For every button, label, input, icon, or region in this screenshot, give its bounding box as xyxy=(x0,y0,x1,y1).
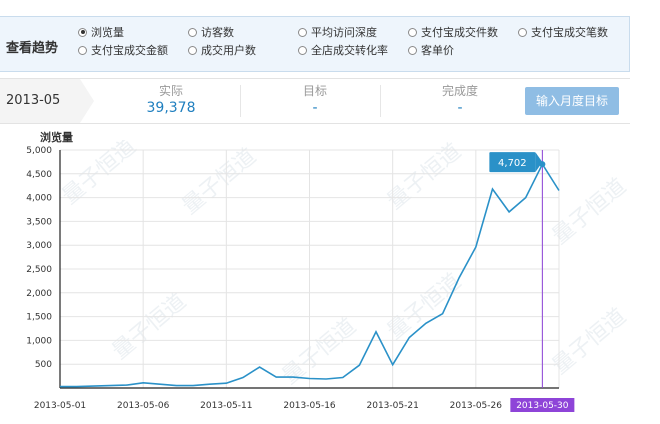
radio-checked-icon[interactable] xyxy=(78,27,87,37)
month-stats-bar: 2013-05 实际 39,378 目标 - 完成度 - 输入月度目标 xyxy=(0,78,630,124)
tooltip-value: 4,702 xyxy=(498,158,527,169)
divider xyxy=(380,85,381,117)
y-tick-label: 1,500 xyxy=(26,313,52,323)
radio-label: 支付宝成交金额 xyxy=(91,44,168,57)
radio-option-buyers[interactable]: 成交用户数 xyxy=(188,42,256,58)
radio-option-alipay-amount[interactable]: 支付宝成交金额 xyxy=(78,42,168,58)
input-monthly-target-button[interactable]: 输入月度目标 xyxy=(525,87,619,115)
y-tick-label: 3,000 xyxy=(26,241,52,251)
radio-unchecked-icon[interactable] xyxy=(298,27,307,37)
radio-label: 支付宝成交件数 xyxy=(421,26,498,39)
radio-label: 客单价 xyxy=(421,44,454,57)
watermark-text: 量子恒道 xyxy=(548,174,631,250)
completion-value: - xyxy=(457,100,463,116)
radio-label: 支付宝成交笔数 xyxy=(531,26,608,39)
y-tick-label: 5,000 xyxy=(26,146,52,156)
x-tick-label: 2013-05-11 xyxy=(200,401,252,411)
target-stat: 目标 - xyxy=(260,79,370,116)
x-tick-label: 2013-05-21 xyxy=(367,401,419,411)
radio-option-visitors[interactable]: 访客数 xyxy=(188,24,234,40)
pageviews-line-chart: 量子恒道 量子恒道量子恒道 量子恒道量子恒道量子恒道量子恒道量子恒道5001,000… xyxy=(26,140,631,412)
radio-option-avg-order[interactable]: 客单价 xyxy=(408,42,454,58)
x-tick-label: 2013-05-26 xyxy=(450,401,503,411)
x-tick-label-highlighted: 2013-05-30 xyxy=(516,401,569,411)
radio-label: 访客数 xyxy=(201,26,234,39)
watermark-text: 量子恒道 xyxy=(178,144,261,220)
radio-option-conversion[interactable]: 全店成交转化率 xyxy=(298,42,388,58)
radio-option-pageviews[interactable]: 浏览量 xyxy=(78,24,124,40)
y-tick-label: 1,000 xyxy=(26,336,52,346)
radio-unchecked-icon[interactable] xyxy=(188,45,197,55)
month-label: 2013-05 xyxy=(6,93,61,108)
y-tick-label: 2,000 xyxy=(26,289,52,299)
radio-unchecked-icon[interactable] xyxy=(408,45,417,55)
y-tick-label: 4,000 xyxy=(26,194,52,204)
y-tick-label: 3,500 xyxy=(26,217,52,227)
actual-label: 实际 xyxy=(158,84,183,98)
x-tick-label: 2013-05-01 xyxy=(34,401,86,411)
radio-unchecked-icon[interactable] xyxy=(408,27,417,37)
x-tick-label: 2013-05-16 xyxy=(283,401,336,411)
watermark-text: 量子恒道 xyxy=(383,269,466,345)
radio-option-avg-depth[interactable]: 平均访问深度 xyxy=(298,24,377,40)
actual-value: 39,378 xyxy=(146,100,196,116)
target-label: 目标 xyxy=(302,84,327,98)
completion-stat: 完成度 - xyxy=(405,79,515,116)
radio-unchecked-icon[interactable] xyxy=(298,45,307,55)
radio-unchecked-icon[interactable] xyxy=(78,45,87,55)
tooltip-pointer xyxy=(535,152,543,173)
x-tick-label: 2013-05-06 xyxy=(117,401,170,411)
radio-label: 成交用户数 xyxy=(201,44,256,57)
radio-label: 全店成交转化率 xyxy=(311,44,388,57)
trend-selector-panel: 查看趋势 浏览量 访客数 平均访问深度 支付宝成交件数 支付宝成交笔数 支付宝成… xyxy=(0,16,630,72)
radio-unchecked-icon[interactable] xyxy=(188,27,197,37)
radio-unchecked-icon[interactable] xyxy=(518,27,527,37)
watermark-text: 量子恒道 xyxy=(383,140,466,215)
y-tick-label: 2,500 xyxy=(26,265,52,275)
watermark-text: 量子恒道 xyxy=(548,304,631,380)
radio-option-alipay-items[interactable]: 支付宝成交件数 xyxy=(408,24,498,40)
month-selector[interactable]: 2013-05 xyxy=(0,79,94,123)
actual-stat: 实际 39,378 xyxy=(116,79,226,116)
radio-label: 浏览量 xyxy=(91,26,124,39)
divider xyxy=(240,85,241,117)
watermark-text: 量子恒道 xyxy=(108,289,191,365)
completion-label: 完成度 xyxy=(441,84,478,98)
trend-title: 查看趋势 xyxy=(6,41,59,56)
y-tick-label: 500 xyxy=(35,360,52,370)
target-value: - xyxy=(312,100,318,116)
y-tick-label: 4,500 xyxy=(26,170,52,180)
radio-option-alipay-orders[interactable]: 支付宝成交笔数 xyxy=(518,24,608,40)
radio-label: 平均访问深度 xyxy=(311,26,377,39)
